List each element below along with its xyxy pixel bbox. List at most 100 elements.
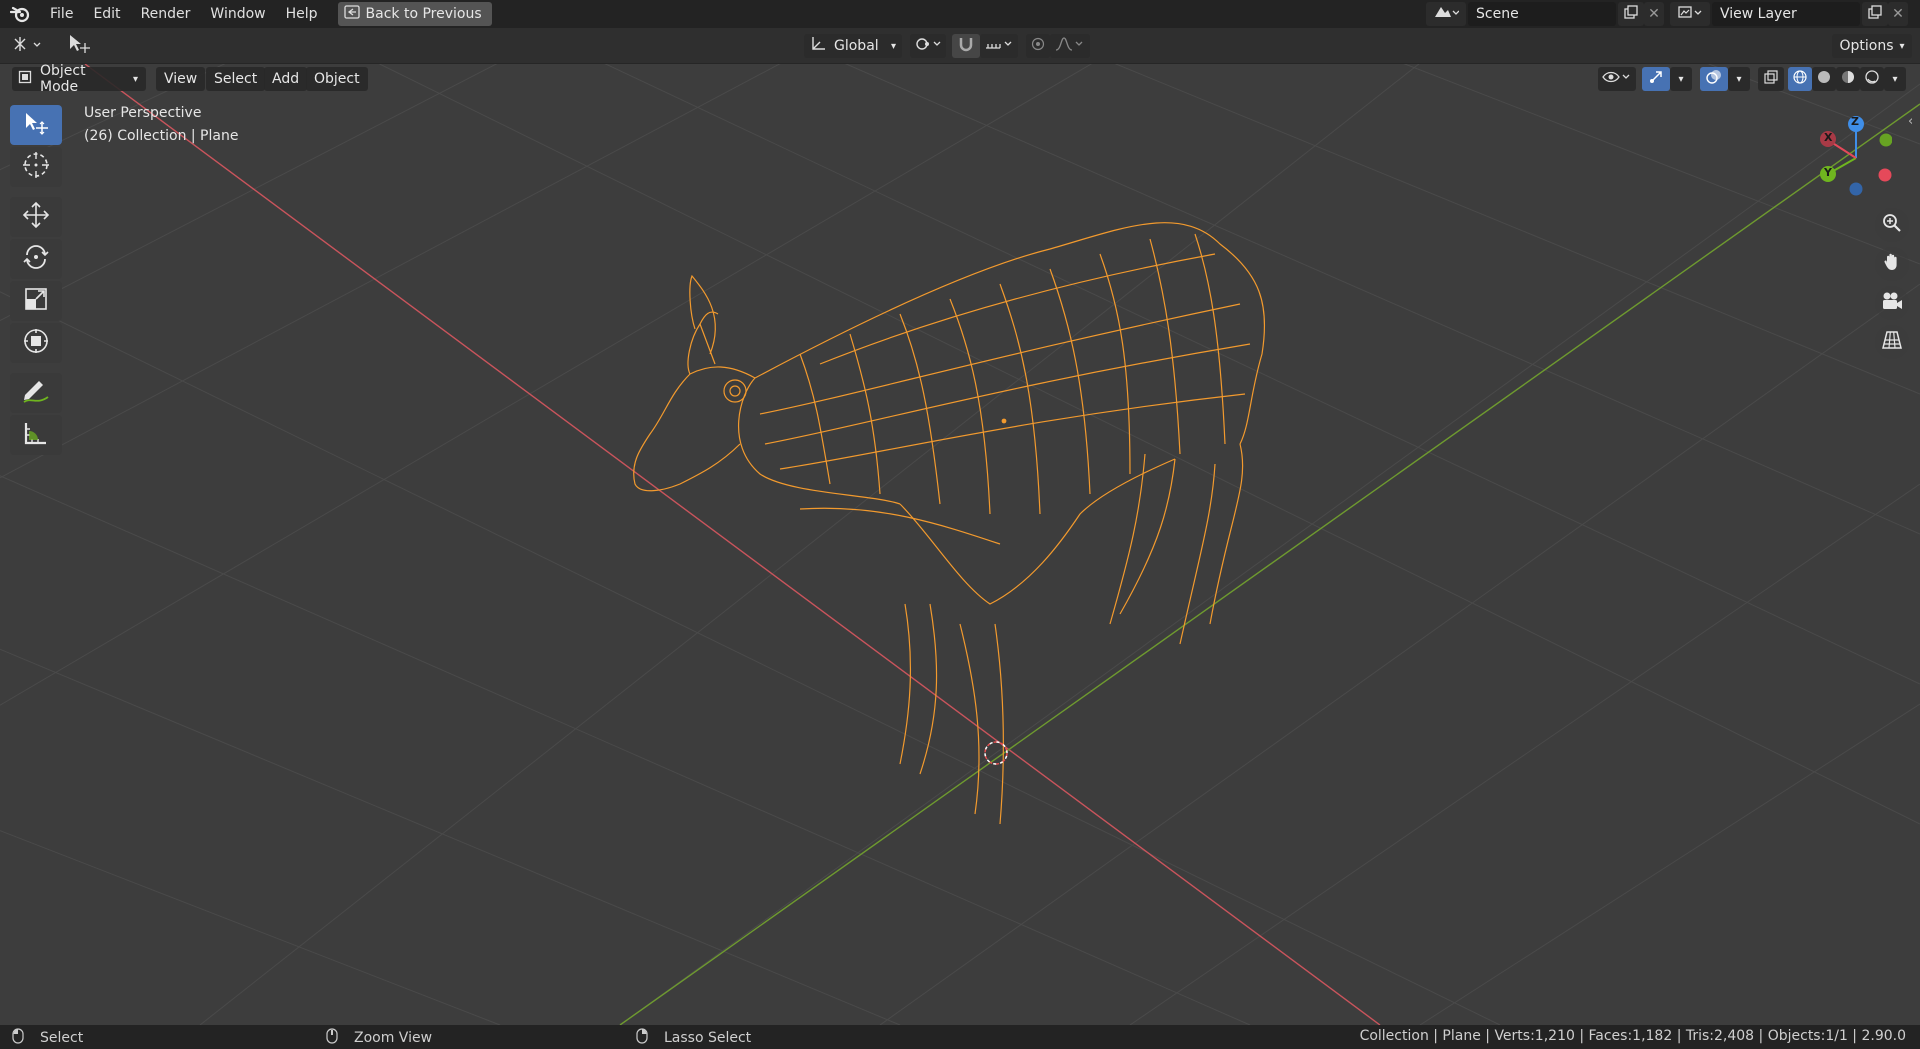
status-zoom-view: Zoom View [326,1028,432,1048]
object-mode-dropdown[interactable]: Object Mode ▾ [12,63,146,95]
chevron-down-icon: ▾ [1892,73,1898,85]
camera-view-button[interactable] [1875,286,1909,320]
back-to-previous-button[interactable]: Back to Previous [337,2,492,26]
tool-move[interactable] [10,197,62,237]
tool-select-box[interactable] [10,105,62,145]
snap-target-dropdown[interactable] [980,34,1018,58]
xray-toggle[interactable] [1758,67,1784,91]
scene-icon [1433,4,1460,24]
shading-rendered-button[interactable] [1860,67,1884,91]
top-menu-bar: File Edit Render Window Help Back to Pre… [0,0,1920,28]
tool-transform[interactable] [10,323,62,363]
proportional-falloff-dropdown[interactable] [1050,34,1090,58]
proportional-editing-toggle[interactable] [1026,34,1050,58]
duplicate-icon [1868,5,1882,23]
pivot-point-dropdown[interactable] [910,34,946,58]
viewport-canvas [0,64,1920,1025]
editor-type-button[interactable] [8,34,50,58]
magnet-icon [958,36,974,56]
viewport-menu-add[interactable]: Add [264,67,308,91]
blender-logo-icon[interactable] [0,0,40,28]
menu-file[interactable]: File [40,0,83,28]
pan-view-button[interactable] [1875,247,1909,281]
move-arrows-icon [22,201,50,233]
shading-wireframe-button[interactable] [1788,67,1812,91]
toggle-perspective-button[interactable] [1875,325,1909,359]
shading-dropdown[interactable]: ▾ [1884,67,1906,91]
xray-icon [1764,70,1778,88]
pivot-icon [913,36,943,56]
scene-name-field[interactable]: Scene [1468,2,1616,26]
transform-icon [22,327,50,359]
scene-delete-button[interactable]: ✕ [1644,2,1664,26]
snap-toggle[interactable] [952,34,980,58]
zoom-view-button[interactable] [1875,208,1909,242]
shading-solid-button[interactable] [1812,67,1836,91]
chevron-down-icon: ▾ [890,40,896,52]
menu-render[interactable]: Render [131,0,201,28]
sidebar-toggle-icon[interactable]: ‹ [1908,114,1913,129]
tool-annotate[interactable] [10,373,62,413]
tool-measure[interactable] [10,415,62,455]
menu-window[interactable]: Window [200,0,275,28]
hand-icon [1882,252,1902,276]
view-layer-selector: View Layer ✕ [1670,2,1908,26]
options-label: Options [1839,38,1894,54]
select-box-icon [23,111,49,139]
transform-orientation-dropdown[interactable]: Global ▾ [804,34,902,58]
rotate-icon [22,243,50,275]
active-tool-button[interactable] [62,34,96,58]
mouse-right-icon [636,1028,648,1048]
tool-cursor[interactable] [10,147,62,187]
selectability-visibility-dropdown[interactable] [1598,67,1636,91]
eye-icon [1602,69,1632,89]
tool-header: Global ▾ Options ▾ [0,28,1920,64]
scene-browse-button[interactable] [1426,2,1466,26]
object-origin-point [1001,418,1007,424]
x-axis-line [84,64,1381,1025]
back-to-previous-label: Back to Previous [365,6,482,22]
scene-selector: Scene ✕ [1426,2,1664,26]
view-layer-delete-button[interactable]: ✕ [1888,2,1908,26]
status-bar: Select Zoom View Lasso Select Collection… [0,1025,1920,1049]
menu-edit[interactable]: Edit [83,0,130,28]
select-move-icon [67,33,91,59]
perspective-label: User Perspective [84,105,202,121]
mouse-middle-icon [326,1028,338,1048]
3d-viewport[interactable]: User Perspective (26) Collection | Plane [0,64,1920,1025]
tool-scale[interactable] [10,281,62,321]
measure-ruler-icon [22,419,50,451]
object-mode-icon [18,70,32,88]
scene-new-button[interactable] [1618,2,1644,26]
shading-material-button[interactable] [1836,67,1860,91]
overlays-dropdown[interactable]: ▾ [1728,67,1750,91]
proportional-icon [1031,37,1045,55]
gizmo-dropdown[interactable]: ▾ [1670,67,1692,91]
view-layer-name-field[interactable]: View Layer [1712,2,1860,26]
chevron-down-icon: ▾ [1736,73,1742,85]
menu-help[interactable]: Help [276,0,328,28]
view-layer-new-button[interactable] [1862,2,1888,26]
scale-icon [22,285,50,317]
tool-shelf [10,105,62,457]
navigation-gizmo[interactable]: Z Y X [1812,112,1893,202]
wireframe-mesh [633,222,1266,825]
orientation-icon [810,36,826,56]
viewport-menu-select[interactable]: Select [206,67,266,91]
gizmo-toggle[interactable] [1642,67,1670,91]
overlays-icon [1706,69,1722,89]
options-dropdown[interactable]: Options ▾ [1832,34,1912,58]
viewport-menu-object[interactable]: Object [306,67,368,91]
material-sphere-icon [1841,70,1855,88]
solid-sphere-icon [1817,70,1831,88]
y-axis-line [619,103,1920,1025]
tool-rotate[interactable] [10,239,62,279]
rendered-sphere-icon [1865,70,1879,88]
camera-icon [1881,291,1903,315]
viewport-menu-view[interactable]: View [156,67,206,91]
overlays-toggle[interactable] [1700,67,1728,91]
view-layer-browse-button[interactable] [1670,2,1710,26]
chevron-down-icon: ▾ [1899,40,1905,52]
close-icon: ✕ [1892,6,1904,22]
duplicate-icon [1624,5,1638,23]
